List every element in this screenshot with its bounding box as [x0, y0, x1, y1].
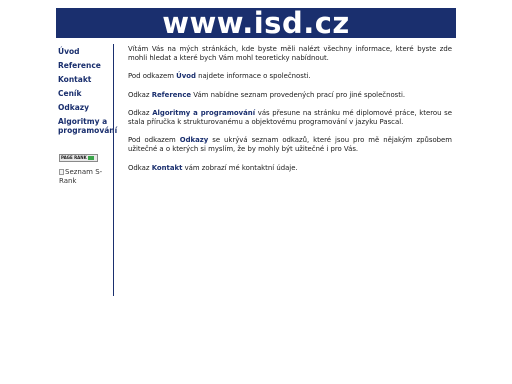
algoritmy-paragraph: Odkaz Algoritmy a programování vás přesu… — [128, 108, 452, 127]
inline-link-uvod[interactable]: Úvod — [176, 72, 196, 80]
nav-link-reference[interactable]: Reference — [58, 61, 114, 70]
kontakt-paragraph: Odkaz Kontakt vám zobrazí mé kontaktní ú… — [128, 163, 298, 172]
pagerank-badge-label: PAGE RANK — [61, 155, 87, 160]
inline-link-odkazy[interactable]: Odkazy — [180, 136, 209, 144]
sidebar-divider — [113, 44, 114, 296]
intro-paragraph: Vítám Vás na mých stránkách, kde byste m… — [128, 45, 452, 63]
seznam-srank-alt-text: Seznam S-Rank — [59, 168, 103, 185]
broken-image-icon — [59, 169, 64, 175]
site-banner: www.isd.cz — [56, 8, 456, 38]
pagerank-badge[interactable]: PAGE RANK — [59, 154, 98, 162]
inline-link-reference[interactable]: Reference — [152, 91, 191, 99]
site-title: www.isd.cz — [162, 8, 350, 38]
nav-link-kontakt[interactable]: Kontakt — [58, 75, 114, 84]
pagerank-bar-icon — [87, 156, 94, 160]
uvod-paragraph: Pod odkazem Úvod najdete informace o spo… — [128, 72, 311, 81]
inline-link-kontakt[interactable]: Kontakt — [152, 164, 183, 172]
nav-link-odkazy[interactable]: Odkazy — [58, 103, 114, 112]
sidebar-nav: Úvod Reference Kontakt Ceník Odkazy Algo… — [58, 47, 117, 140]
seznam-srank-image[interactable]: Seznam S-Rank — [59, 168, 111, 186]
inline-link-algoritmy[interactable]: Algoritmy a programování — [152, 109, 255, 117]
odkazy-paragraph: Pod odkazem Odkazy se ukrývá seznam odka… — [128, 136, 452, 154]
nav-link-uvod[interactable]: Úvod — [58, 47, 114, 56]
main-content: Vítám Vás na mých stránkách, kde byste m… — [128, 45, 452, 182]
reference-paragraph: Odkaz Reference Vám nabídne seznam prove… — [128, 90, 406, 99]
nav-link-algoritmy[interactable]: Algoritmy a programování — [58, 117, 117, 135]
nav-link-cenik[interactable]: Ceník — [58, 89, 114, 98]
